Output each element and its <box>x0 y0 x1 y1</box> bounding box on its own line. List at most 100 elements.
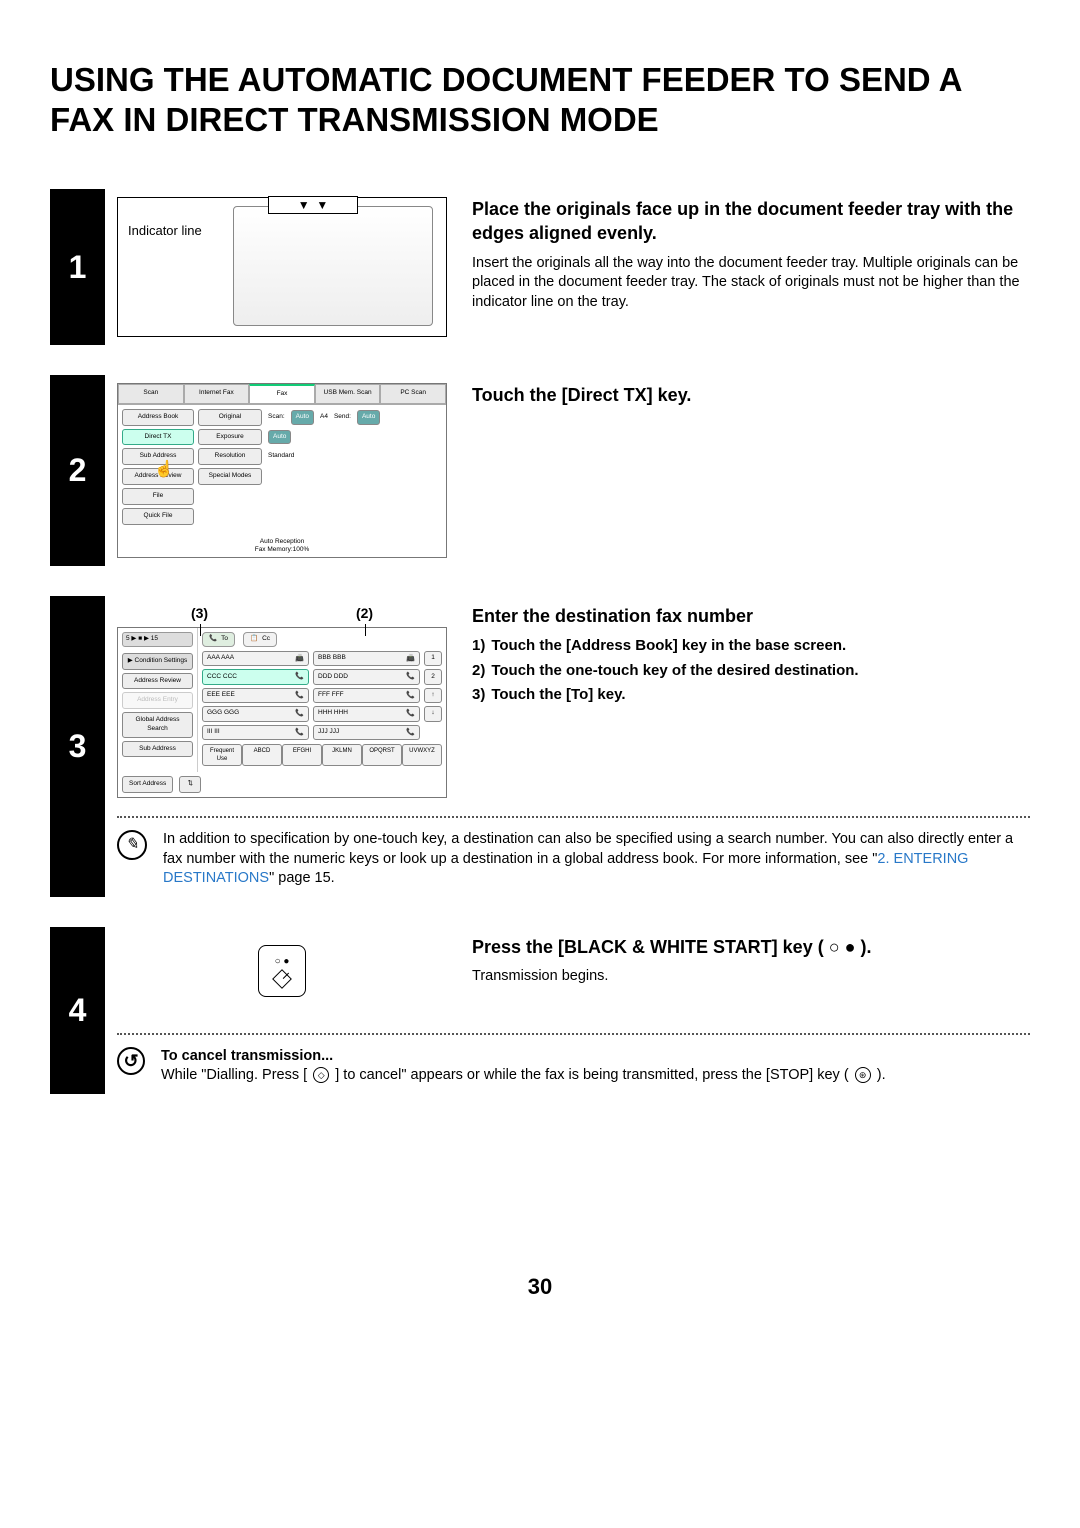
down-arrows-icon: ▼ ▼ <box>268 196 358 214</box>
tab-scan[interactable]: Scan <box>118 384 184 404</box>
send-auto-badge: Auto <box>357 410 380 425</box>
phone-icon: 📞 <box>295 728 304 737</box>
cc-chip[interactable]: 📋 Cc <box>243 632 277 647</box>
address-entry-button[interactable]: Address Entry <box>122 692 193 709</box>
ifax-icon: 📠 <box>295 654 304 663</box>
tab-pc-scan[interactable]: PC Scan <box>380 384 446 404</box>
scroll-up-button[interactable]: ↑ <box>424 688 442 703</box>
one-touch-bbb[interactable]: BBB BBB📠 <box>313 651 420 666</box>
step3-heading: Enter the destination fax number <box>472 604 1030 628</box>
stop-key-icon: ⊛ <box>855 1067 871 1083</box>
scan-auto-badge: Auto <box>291 410 314 425</box>
step3-note: ✎ In addition to specification by one-to… <box>117 830 1030 889</box>
condition-settings-button[interactable]: ▶ Condition Settings <box>122 653 193 670</box>
step-1: 1 Indicator line ▼ ▼ Place the originals… <box>50 189 1030 345</box>
tab-efghi[interactable]: EFGHI <box>282 744 322 766</box>
address-review-button[interactable]: Address Review <box>122 673 193 690</box>
start-diamond-icon <box>272 969 292 989</box>
file-button[interactable]: File <box>122 488 194 505</box>
phone-icon: 📞 <box>295 672 304 681</box>
phone-icon: 📞 <box>406 691 415 700</box>
note-icon: ✎ <box>117 830 147 860</box>
to-chip[interactable]: 📞 To <box>202 632 235 647</box>
cancel-icon: ↺ <box>117 1047 145 1075</box>
phone-icon: 📞 <box>406 709 415 718</box>
callout-2: (2) <box>350 604 379 623</box>
tab-jklmn[interactable]: JKLMN <box>322 744 362 766</box>
hand-pointer-icon: ☝ <box>154 459 174 481</box>
fax-memory-label: Fax Memory:100% <box>118 546 446 555</box>
scan-label: Scan: <box>268 413 285 422</box>
scan-size-label: A4 <box>320 413 328 422</box>
dotted-separator <box>117 816 1030 818</box>
sort-address-button[interactable]: Sort Address <box>122 776 173 793</box>
ifax-icon: 📠 <box>406 654 415 663</box>
global-address-search-button[interactable]: Global Address Search <box>122 712 193 738</box>
step-4: 4 ○ ● Press the [BLACK & WHITE START] ke… <box>50 927 1030 1094</box>
cancel-title: To cancel transmission... <box>161 1047 886 1067</box>
page-index-2: 2 <box>424 669 442 684</box>
exposure-button[interactable]: Exposure <box>198 429 262 446</box>
quick-file-button[interactable]: Quick File <box>122 508 194 525</box>
address-book-button[interactable]: Address Book <box>122 409 194 426</box>
tab-abcd[interactable]: ABCD <box>242 744 282 766</box>
phone-icon: 📞 <box>406 672 415 681</box>
tab-uvwxyz[interactable]: UVWXYZ <box>402 744 442 766</box>
bw-circle-dot-icon: ○ ● <box>275 955 290 969</box>
send-label: Send: <box>334 413 351 422</box>
one-touch-iii[interactable]: III III📞 <box>202 725 309 740</box>
resolution-value: Standard <box>268 452 294 461</box>
tab-frequent-use[interactable]: Frequent Use <box>202 744 242 766</box>
step-number-1: 1 <box>50 189 105 345</box>
one-touch-ccc[interactable]: CCC CCC📞 <box>202 669 309 684</box>
indicator-line-label: Indicator line <box>128 222 202 240</box>
step-3: 3 (3) (2) 5 ▶ ■ ▶ 15 ▶ <box>50 596 1030 896</box>
phone-icon: 📞 <box>406 728 415 737</box>
nav-path[interactable]: 5 ▶ ■ ▶ 15 <box>122 632 193 647</box>
address-book-illustration: (3) (2) 5 ▶ ■ ▶ 15 ▶ Condition Settings … <box>117 604 447 798</box>
phone-icon: 📞 <box>295 691 304 700</box>
phone-icon: 📞 <box>295 709 304 718</box>
sort-toggle-icon[interactable]: ⇅ <box>179 776 201 793</box>
tab-usb-mem-scan[interactable]: USB Mem. Scan <box>315 384 381 404</box>
touch-panel-illustration: Scan Internet Fax Fax USB Mem. Scan PC S… <box>117 383 447 558</box>
one-touch-fff[interactable]: FFF FFF📞 <box>313 688 420 703</box>
exposure-auto-badge: Auto <box>268 430 291 445</box>
page-title: USING THE AUTOMATIC DOCUMENT FEEDER TO S… <box>50 60 1030 139</box>
direct-tx-button[interactable]: Direct TX <box>122 429 194 446</box>
dotted-separator <box>117 1033 1030 1035</box>
page-index-1: 1 <box>424 651 442 666</box>
tab-opqrst[interactable]: OPQRST <box>362 744 402 766</box>
step-number-2: 2 <box>50 375 105 566</box>
one-touch-hhh[interactable]: HHH HHH📞 <box>313 706 420 721</box>
one-touch-jjj[interactable]: JJJ JJJ📞 <box>313 725 420 740</box>
one-touch-eee[interactable]: EEE EEE📞 <box>202 688 309 703</box>
one-touch-ggg[interactable]: GGG GGG📞 <box>202 706 309 721</box>
resolution-button[interactable]: Resolution <box>198 448 262 465</box>
diamond-key-icon: ◇ <box>313 1067 329 1083</box>
special-modes-button[interactable]: Special Modes <box>198 468 262 485</box>
one-touch-aaa[interactable]: AAA AAA📠 <box>202 651 309 666</box>
scroll-down-button[interactable]: ↓ <box>424 706 442 721</box>
step-number-3: 3 <box>50 596 105 896</box>
sub-address-button[interactable]: Sub Address <box>122 741 193 758</box>
cancel-note: ↺ To cancel transmission... While "Diall… <box>117 1047 1030 1086</box>
step4-paragraph: Transmission begins. <box>472 967 1030 987</box>
step-number-4: 4 <box>50 927 105 1094</box>
auto-reception-label: Auto Reception <box>118 538 446 547</box>
adf-illustration: Indicator line ▼ ▼ <box>117 197 447 337</box>
step2-heading: Touch the [Direct TX] key. <box>472 383 1030 407</box>
start-key-illustration: ○ ● <box>117 935 447 1015</box>
step4-heading: Press the [BLACK & WHITE START] key ( ○ … <box>472 935 1030 959</box>
step1-paragraph: Insert the originals all the way into th… <box>472 254 1030 313</box>
one-touch-ddd[interactable]: DDD DDD📞 <box>313 669 420 684</box>
step-2: 2 Scan Internet Fax Fax USB Mem. Scan PC… <box>50 375 1030 566</box>
bw-start-key[interactable]: ○ ● <box>258 945 306 997</box>
callout-3: (3) <box>185 604 214 623</box>
step3-substeps: 1)Touch the [Address Book] key in the ba… <box>472 636 1030 705</box>
tab-internet-fax[interactable]: Internet Fax <box>184 384 250 404</box>
step1-heading: Place the originals face up in the docum… <box>472 197 1030 246</box>
tab-fax[interactable]: Fax <box>249 384 315 404</box>
page-number: 30 <box>50 1274 1030 1300</box>
original-button[interactable]: Original <box>198 409 262 426</box>
